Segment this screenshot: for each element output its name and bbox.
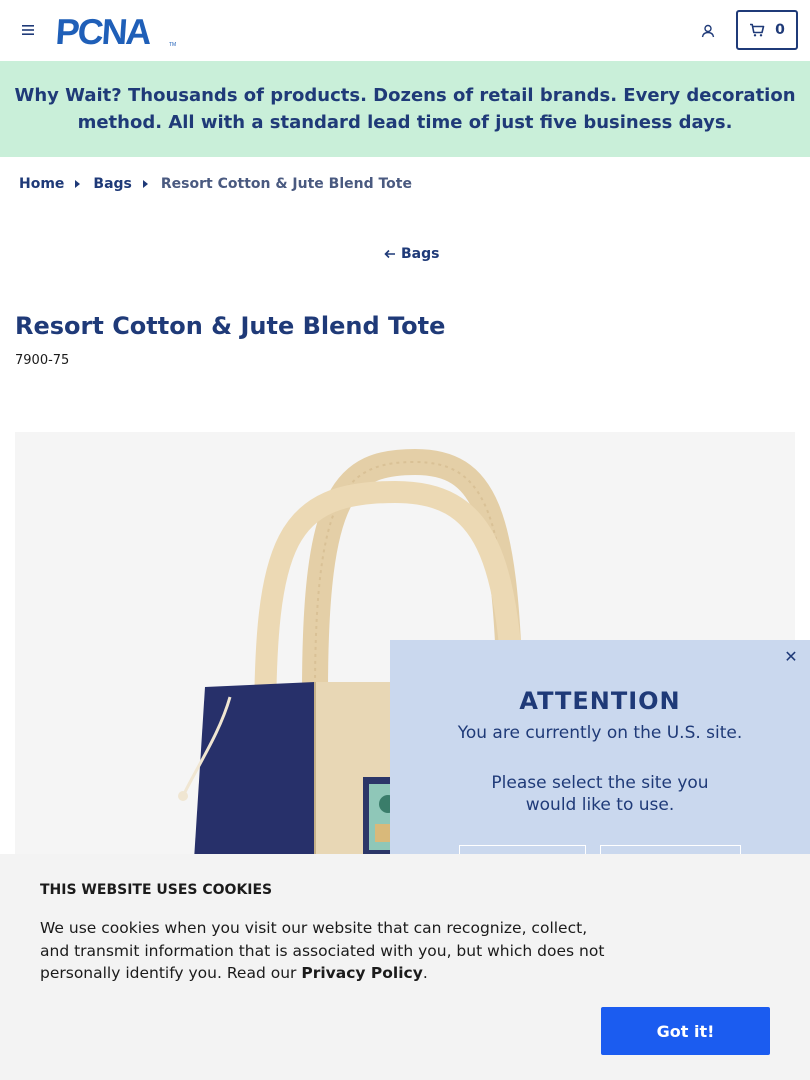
pcna-logo[interactable]: PCNA TM xyxy=(54,11,177,52)
product-sku: 7900-75 xyxy=(15,353,70,368)
breadcrumb-current: Resort Cotton & Jute Blend Tote xyxy=(160,176,412,192)
site-header: PCNA TM 0 xyxy=(0,0,810,61)
accept-cookies-button[interactable]: Got it! xyxy=(601,1007,770,1055)
hamburger-menu-icon[interactable] xyxy=(18,20,38,40)
close-icon[interactable]: ✕ xyxy=(782,648,800,666)
region-select-modal: ✕ ATTENTION You are currently on the U.S… xyxy=(390,640,810,885)
modal-current-site-text: You are currently on the U.S. site. xyxy=(457,723,743,743)
breadcrumb: Home Bags Resort Cotton & Jute Blend Tot… xyxy=(19,175,412,193)
back-to-bags-link[interactable]: Bags xyxy=(384,246,439,262)
back-link-label: Bags xyxy=(401,246,440,262)
svg-text:TM: TM xyxy=(169,42,176,48)
modal-select-site-text: Please select the site you would like to… xyxy=(491,773,709,815)
cart-count: 0 xyxy=(775,22,785,38)
breadcrumb-home[interactable]: Home xyxy=(19,176,64,192)
svg-text:PCNA: PCNA xyxy=(57,14,153,48)
account-icon[interactable] xyxy=(697,20,719,42)
cookie-text-end: . xyxy=(422,964,428,982)
modal-heading: ATTENTION xyxy=(519,687,681,715)
promo-banner: Why Wait? Thousands of products. Dozens … xyxy=(0,61,810,157)
privacy-policy-link[interactable]: Privacy Policy xyxy=(301,964,423,982)
breadcrumb-separator-icon xyxy=(75,180,81,188)
arrow-left-icon xyxy=(384,249,395,259)
promo-banner-text: Why Wait? Thousands of products. Dozens … xyxy=(14,85,796,133)
cart-icon xyxy=(750,23,765,37)
cookie-title: THIS WEBSITE USES COOKIES xyxy=(40,882,273,898)
breadcrumb-bags[interactable]: Bags xyxy=(93,176,131,192)
cart-button[interactable]: 0 xyxy=(736,10,798,50)
product-title: Resort Cotton & Jute Blend Tote xyxy=(15,312,446,340)
breadcrumb-separator-icon xyxy=(142,180,148,188)
cookie-consent-bar: THIS WEBSITE USES COOKIES We use cookies… xyxy=(0,854,810,1080)
cookie-text: We use cookies when you visit our websit… xyxy=(40,917,620,985)
